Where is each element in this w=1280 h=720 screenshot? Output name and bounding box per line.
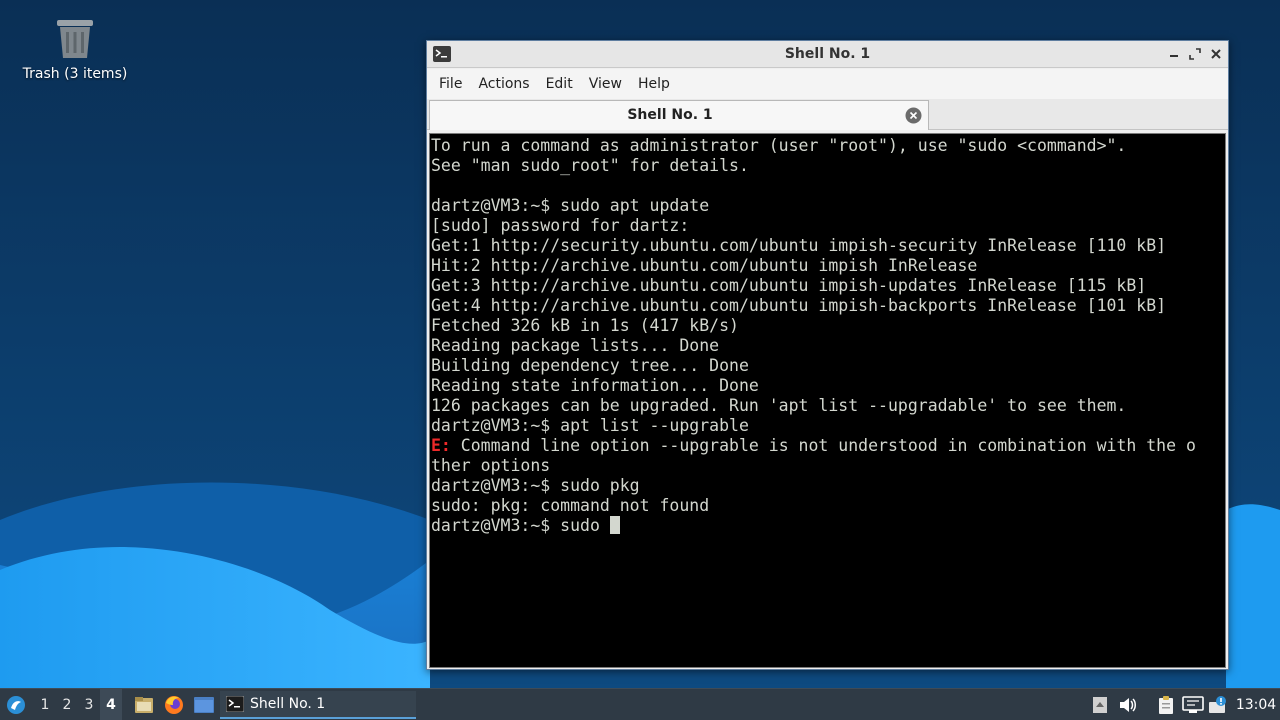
terminal-line: dartz@VM3:~$ sudo pkg — [431, 476, 640, 495]
menu-help[interactable]: Help — [630, 69, 678, 99]
terminal-line: Reading package lists... Done — [431, 336, 720, 355]
network-indicator[interactable] — [1180, 689, 1206, 720]
file-manager-launcher[interactable] — [132, 689, 156, 720]
terminal-error-line: E: Command line option --upgrable is not… — [431, 436, 1225, 456]
clipboard-icon — [1159, 696, 1173, 714]
menu-view[interactable]: View — [581, 69, 630, 99]
start-menu-button[interactable] — [4, 689, 28, 720]
terminal-line: Building dependency tree... Done — [431, 356, 749, 375]
terminal-line: dartz@VM3:~$ sudo apt update — [431, 196, 710, 215]
terminal-line: 126 packages can be upgraded. Run 'apt l… — [431, 396, 1127, 415]
menu-actions[interactable]: Actions — [470, 69, 537, 99]
task-label: Shell No. 1 — [250, 696, 326, 712]
workspace-switcher: 1 2 3 4 — [34, 689, 122, 720]
update-notifier-icon — [1209, 696, 1226, 713]
volume-control[interactable] — [1116, 689, 1140, 720]
terminal-line: ther options — [431, 456, 551, 475]
error-text: Command line option --upgrable is not un… — [450, 436, 1196, 455]
prompt-text: dartz@VM3:~$ sudo — [431, 516, 610, 535]
tab-bar: Shell No. 1 — [427, 99, 1228, 130]
tray-arrow[interactable] — [1090, 689, 1110, 720]
terminal-line: dartz@VM3:~$ apt list --upgrable — [431, 416, 749, 435]
tab-close-icon[interactable] — [905, 107, 922, 128]
menu-edit[interactable]: Edit — [538, 69, 581, 99]
trash-icon — [57, 20, 93, 58]
workspace-3[interactable]: 3 — [78, 689, 100, 720]
file-manager-icon — [135, 697, 153, 713]
show-desktop-button[interactable] — [192, 689, 216, 720]
workspace-4[interactable]: 4 — [100, 689, 122, 720]
terminal-line: [sudo] password for dartz: — [431, 216, 690, 235]
terminal-output[interactable]: To run a command as administrator (user … — [429, 133, 1226, 668]
terminal-line: Hit:2 http://archive.ubuntu.com/ubuntu i… — [431, 256, 978, 275]
close-button[interactable] — [1209, 47, 1223, 61]
text-cursor — [609, 516, 620, 534]
volume-icon — [1120, 698, 1136, 712]
network-icon — [1182, 696, 1204, 713]
terminal-line: To run a command as administrator (user … — [431, 136, 1127, 155]
window-title: Shell No. 1 — [784, 46, 871, 62]
show-desktop-icon — [194, 697, 214, 713]
terminal-line: Fetched 326 kB in 1s (417 kB/s) — [431, 316, 739, 335]
error-prefix: E: — [431, 436, 451, 455]
workspace-2[interactable]: 2 — [56, 689, 78, 720]
terminal-line: Get:1 http://security.ubuntu.com/ubuntu … — [431, 236, 1167, 255]
update-notifier[interactable] — [1206, 689, 1230, 720]
maximize-button[interactable] — [1188, 47, 1202, 61]
terminal-line: Get:4 http://archive.ubuntu.com/ubuntu i… — [431, 296, 1167, 315]
firefox-icon — [165, 696, 183, 714]
tray-expand-icon — [1093, 697, 1107, 713]
terminal-icon — [226, 696, 244, 712]
clock-time: 13:04 — [1235, 697, 1277, 713]
menu-file[interactable]: File — [431, 69, 470, 99]
terminal-line: Get:3 http://archive.ubuntu.com/ubuntu i… — [431, 276, 1147, 295]
taskbar: 1 2 3 4 Shell No. 1 13:04 — [0, 688, 1280, 720]
trash-desktop-icon[interactable]: Trash (3 items) — [20, 16, 130, 82]
terminal-line: Reading state information... Done — [431, 376, 759, 395]
workspace-1[interactable]: 1 — [34, 689, 56, 720]
terminal-prompt-line: dartz@VM3:~$ sudo — [431, 516, 1225, 536]
window-titlebar[interactable]: Shell No. 1 — [427, 41, 1228, 68]
firefox-launcher[interactable] — [162, 689, 186, 720]
trash-label: Trash (3 items) — [22, 66, 128, 82]
terminal-line: sudo: pkg: command not found — [431, 496, 710, 515]
tab-shell-1[interactable]: Shell No. 1 — [429, 100, 929, 130]
taskbar-task-shell[interactable]: Shell No. 1 — [220, 691, 416, 719]
terminal-window[interactable]: Shell No. 1 File Actions Edit View Help … — [426, 40, 1229, 670]
minimize-button[interactable] — [1167, 47, 1181, 61]
terminal-line: See "man sudo_root" for details. — [431, 156, 749, 175]
lubuntu-logo-icon — [7, 696, 25, 714]
tab-label: Shell No. 1 — [627, 107, 713, 123]
menubar: File Actions Edit View Help — [427, 69, 1228, 99]
clipboard-manager[interactable] — [1154, 689, 1178, 720]
clock[interactable]: 13:04 — [1234, 689, 1278, 720]
